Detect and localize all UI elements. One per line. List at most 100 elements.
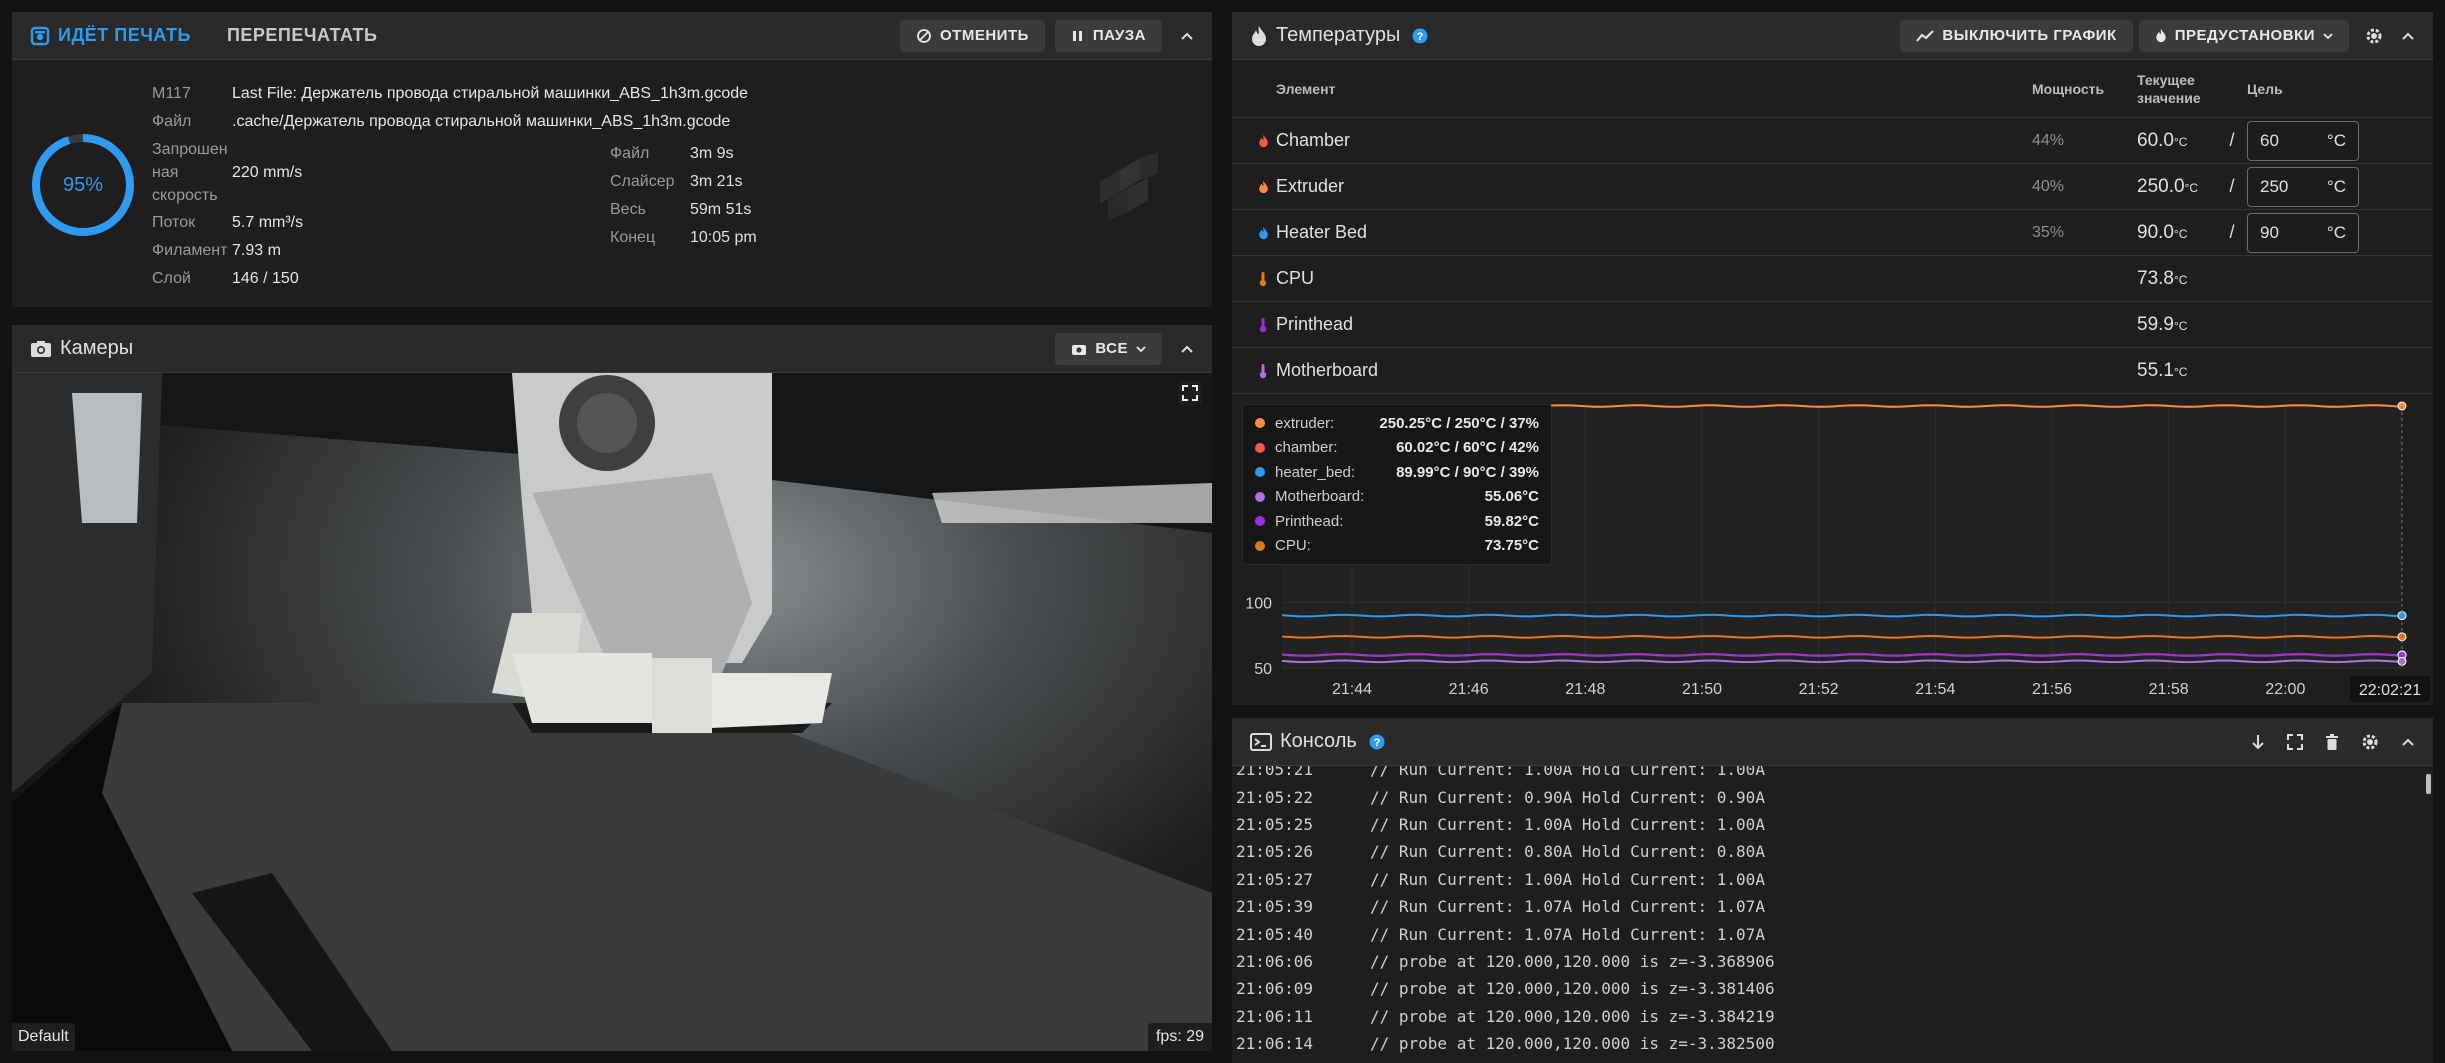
camera-stream[interactable]: Default fps: 29 (12, 373, 1212, 1051)
tooltip-series-value: 59.82°C (1484, 512, 1539, 530)
printer-icon (30, 26, 50, 46)
tooltip-series-name: extruder: (1275, 414, 1335, 432)
temp-name-cell: Printhead (1232, 314, 2032, 335)
temp-current: 59.9°C (2137, 314, 2217, 336)
collapse-chevron-icon[interactable] (1180, 31, 1194, 41)
temp-name-cell: Heater Bed (1232, 222, 2032, 243)
presets-button[interactable]: ПРЕДУСТАНОВКИ (2138, 19, 2349, 52)
target-temp-value: 250 (2260, 176, 2289, 196)
time-slicer-key: Слайсер (610, 173, 675, 190)
target-temp-unit: °C (2326, 176, 2346, 196)
tab-reprint[interactable]: ПЕРЕПЕЧАТАТЬ (227, 25, 378, 46)
pause-button[interactable]: ПАУЗА (1054, 19, 1162, 52)
cameras-header: Камеры ВСЕ (12, 325, 1212, 373)
temp-current: 90.0°C (2137, 222, 2217, 244)
flame-icon (1250, 226, 1276, 240)
temp-current: 60.0°C (2137, 130, 2217, 152)
chart-toggle-label: ВЫКЛЮЧИТЬ ГРАФИК (1942, 27, 2117, 44)
temp-current-value: 73.8 (2137, 267, 2174, 289)
temp-row-printhead: Printhead 59.9°C (1232, 302, 2433, 348)
cameras-panel: Камеры ВСЕ Default fps: 29 (12, 325, 1212, 1051)
temps-table-header: Элемент Мощность Текущее значение Цель (1232, 60, 2433, 118)
slash-separator: / (2229, 222, 2235, 242)
target-temp-input[interactable]: 60 °C (2247, 120, 2359, 161)
thermometer-icon (1250, 317, 1276, 333)
cameras-title: Камеры (60, 337, 134, 359)
tooltip-series-name: CPU: (1275, 537, 1311, 555)
fullscreen-icon[interactable] (1178, 381, 1202, 405)
temp-name: CPU (1276, 268, 1315, 288)
chevron-down-icon (1136, 345, 1146, 352)
temperature-chart: 21:44 21:46 21:48 21:50 21:52 21:54 21:56 21:58… (1232, 394, 2433, 705)
gear-icon[interactable] (2365, 27, 2383, 45)
gear-icon[interactable] (2361, 733, 2379, 751)
temp-row-motherboard: Motherboard 55.1°C (1232, 348, 2433, 394)
temp-unit: °C (2173, 226, 2188, 241)
speed-key-line1: Запрошен (152, 141, 228, 158)
time-info-list: Файл 3m 9s Слайсер 3m 21s Весь 59m 51s Коне… (610, 140, 757, 252)
console-line: 21:05:25 // Run Current: 1.00A Hold Curr… (1232, 811, 2422, 838)
flow-value: 5.7 mm³/s (232, 214, 304, 231)
chevron-down-icon (2323, 32, 2333, 39)
temp-current-value: 60.0 (2137, 129, 2174, 151)
tooltip-series-value: 89.99°C / 90°C / 39% (1396, 463, 1539, 481)
target-temp-unit: °C (2326, 222, 2346, 242)
target-temp-input[interactable]: 250 °C (2247, 166, 2359, 207)
collapse-chevron-icon[interactable] (1180, 344, 1194, 354)
temp-row-chamber: Chamber 44% 60.0°C/ 60 °C (1232, 118, 2433, 164)
chart-toggle-button[interactable]: ВЫКЛЮЧИТЬ ГРАФИК (1900, 19, 2133, 52)
console-line: 21:06:09 // probe at 120.000,120.000 is … (1232, 975, 2422, 1002)
tooltip-series-value: 73.75°C (1484, 537, 1539, 555)
console-scrollbar[interactable] (2426, 774, 2431, 794)
temp-row-heater-bed: Heater Bed 35% 90.0°C/ 90 °C (1232, 210, 2433, 256)
x-tick-label: 21:58 (2149, 681, 2189, 698)
tab-printing[interactable]: ИДЁТ ПЕЧАТЬ (30, 25, 191, 46)
tooltip-row: Motherboard: 55.06°C (1255, 485, 1539, 510)
console-line-time: 21:05:22 (1236, 787, 1314, 807)
console-line: 21:06:06 // probe at 120.000,120.000 is … (1232, 948, 2422, 975)
flow-key: Поток (152, 214, 196, 231)
cancel-button[interactable]: ОТМЕНИТЬ (900, 19, 1045, 52)
help-icon[interactable]: ? (1369, 734, 1385, 750)
temp-unit: °C (2173, 364, 2188, 379)
temp-unit: °C (2173, 318, 2188, 333)
slash-separator: / (2229, 176, 2235, 196)
console-line-time: 21:06:06 (1236, 951, 1314, 971)
flame-icon (1250, 134, 1276, 148)
console-line: 21:05:40 // Run Current: 1.07A Hold Curr… (1232, 920, 2422, 947)
speed-value: 220 mm/s (232, 164, 303, 181)
console-line: 21:05:27 // Run Current: 1.00A Hold Curr… (1232, 866, 2422, 893)
help-icon[interactable]: ? (1412, 28, 1428, 44)
temperatures-title: Температуры (1276, 24, 1401, 46)
target-temp-unit: °C (2326, 130, 2346, 150)
filament-value: 7.93 m (232, 242, 281, 259)
trash-icon[interactable] (2325, 733, 2339, 750)
col-target-header: Цель (2247, 80, 2283, 97)
legend-dot (1255, 418, 1265, 429)
console-header: Консоль ? (1232, 718, 2433, 766)
console-line-message: // Run Current: 1.00A Hold Current: 1.00… (1370, 814, 1765, 834)
console-line-time: 21:05:27 (1236, 869, 1314, 889)
target-temp-input[interactable]: 90 °C (2247, 212, 2359, 253)
console-log[interactable]: 21:05:21 // Run Current: 1.00A Hold Curr… (1232, 766, 2422, 1063)
tooltip-row: CPU: 73.75°C (1255, 534, 1539, 559)
gcode-thumbnail-icon (1090, 142, 1170, 227)
m117-value: Last File: Держатель провода стиральной … (232, 85, 749, 102)
temp-name: Printhead (1276, 314, 1354, 334)
collapse-chevron-icon[interactable] (2401, 737, 2415, 747)
temp-power: 44% (2032, 131, 2065, 149)
temp-unit: °C (2173, 272, 2188, 287)
print-status-header: ИДЁТ ПЕЧАТЬ ПЕРЕПЕЧАТАТЬ ОТМЕНИТЬ ПАУЗА (12, 12, 1212, 60)
x-tick-label: 21:44 (1332, 681, 1372, 698)
fullscreen-icon[interactable] (2287, 733, 2303, 750)
camera-name-label: Default (12, 1023, 75, 1051)
console-line-message: // probe at 120.000,120.000 is z=-3.3825… (1370, 1034, 1775, 1054)
console-line-time: 21:05:26 (1236, 842, 1314, 862)
console-line: 21:06:14 // probe at 120.000,120.000 is … (1232, 1030, 2422, 1057)
tooltip-row: extruder: 250.25°C / 250°C / 37% (1255, 411, 1539, 436)
console-line-message: // Run Current: 1.00A Hold Current: 1.00… (1370, 869, 1765, 889)
camera-select-button[interactable]: ВСЕ (1055, 332, 1162, 365)
y-tick-label: 50 (1254, 661, 1272, 678)
scroll-down-icon[interactable] (2251, 734, 2265, 750)
collapse-chevron-icon[interactable] (2401, 31, 2415, 41)
